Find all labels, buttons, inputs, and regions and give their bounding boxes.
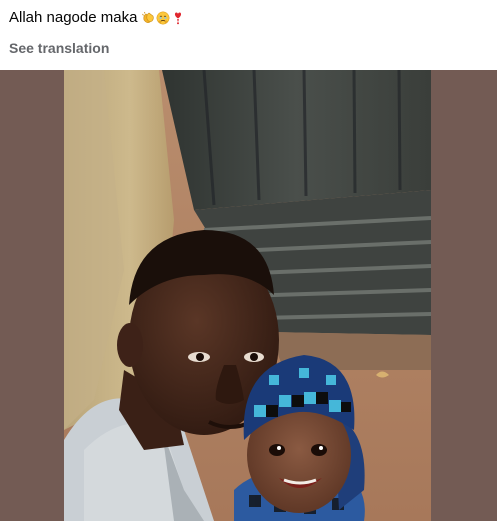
media-container [0,70,497,521]
face-holding-back-tears-emoji [156,11,170,25]
red-exclamation-emoji [175,12,182,25]
selfie-photo [64,70,431,521]
post-photo[interactable] [64,70,431,521]
caption-text: Allah nagode maka [9,9,138,26]
post-caption: Allah nagode maka [9,9,185,27]
caption-emojis [141,11,185,25]
see-translation-link[interactable]: See translation [9,40,109,56]
clapping-hands-emoji [142,11,155,23]
post-card: Allah nagode maka See translation [0,0,497,521]
